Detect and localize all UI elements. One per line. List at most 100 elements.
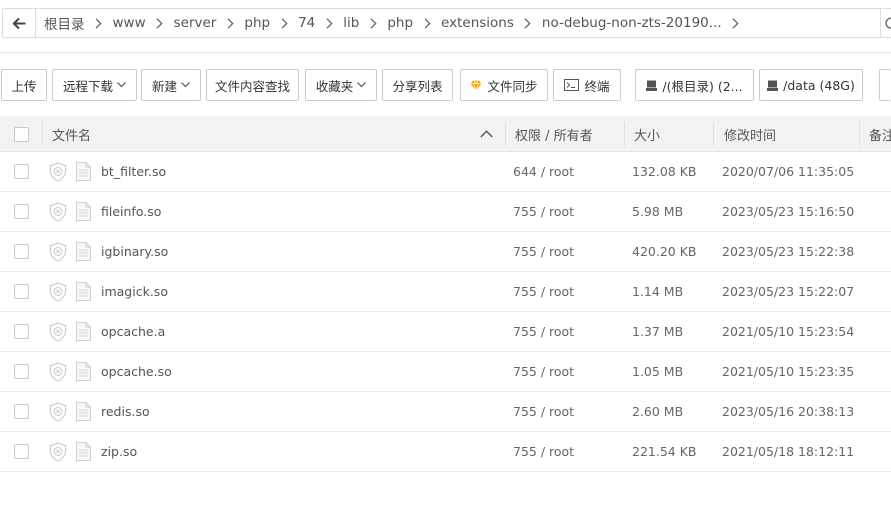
upload-button[interactable]: 上传 xyxy=(1,69,47,101)
select-all-checkbox-cell[interactable] xyxy=(14,116,29,152)
row-checkbox[interactable] xyxy=(14,324,29,339)
file-icon xyxy=(76,152,91,191)
breadcrumb-item[interactable]: php xyxy=(387,15,441,31)
favorites-button[interactable]: 收藏夹 xyxy=(305,69,377,101)
arrow-left-icon xyxy=(12,17,25,29)
path-bar: 根目录 www server php 74 lib php extensions no-debu… xyxy=(2,8,882,38)
shield-icon[interactable] xyxy=(49,152,67,191)
sort-ascending-icon[interactable] xyxy=(480,116,493,152)
row-checkbox[interactable] xyxy=(14,404,29,419)
file-name[interactable]: bt_filter.so xyxy=(101,152,166,191)
column-header-remark[interactable]: 备注 xyxy=(869,116,891,152)
search-content-label: 文件内容查找 xyxy=(214,78,290,94)
share-list-button[interactable]: 分享列表 xyxy=(382,69,453,101)
row-checkbox-cell[interactable] xyxy=(14,192,29,231)
file-permission[interactable]: 755 / root xyxy=(513,392,574,431)
row-checkbox-cell[interactable] xyxy=(14,152,29,191)
file-name[interactable]: imagick.so xyxy=(101,272,168,311)
table-row[interactable]: opcache.so 755 / root 1.05 MB 2021/05/10 15… xyxy=(0,352,891,392)
file-permission[interactable]: 755 / root xyxy=(513,232,574,271)
file-permission[interactable]: 755 / root xyxy=(513,272,574,311)
table-row[interactable]: redis.so 755 / root 2.60 MB 2023/05/16 20:3… xyxy=(0,392,891,432)
breadcrumb-item[interactable]: lib xyxy=(343,15,387,31)
shield-icon[interactable] xyxy=(49,192,67,231)
remote-download-button[interactable]: 远程下载 xyxy=(52,69,137,101)
more-toolbar-button[interactable] xyxy=(879,69,891,101)
disk-root-label: /(根目录) (2... xyxy=(662,78,743,94)
disk-data-button[interactable]: /data (48G) xyxy=(759,69,863,101)
shield-icon[interactable] xyxy=(49,352,67,391)
row-checkbox-cell[interactable] xyxy=(14,272,29,311)
table-row[interactable]: imagick.so 755 / root 1.14 MB 2023/05/23 15… xyxy=(0,272,891,312)
terminal-button[interactable]: 终端 xyxy=(553,69,621,101)
refresh-icon xyxy=(885,17,891,29)
chevron-right-icon xyxy=(146,17,174,29)
column-header-name-label: 文件名 xyxy=(52,128,92,144)
row-checkbox-cell[interactable] xyxy=(14,232,29,271)
back-button[interactable] xyxy=(3,9,36,37)
breadcrumb-item-label: server xyxy=(173,15,217,31)
file-name[interactable]: opcache.a xyxy=(101,312,165,351)
shield-icon[interactable] xyxy=(49,392,67,431)
row-checkbox[interactable] xyxy=(14,364,29,379)
breadcrumb-item-label: php xyxy=(387,15,414,31)
table-row[interactable]: igbinary.so 755 / root 420.20 KB 2023/05/23… xyxy=(0,232,891,272)
row-checkbox[interactable] xyxy=(14,284,29,299)
column-header-mtime[interactable]: 修改时间 xyxy=(724,116,776,152)
breadcrumb-item-label: www xyxy=(112,15,146,31)
column-separator xyxy=(859,122,860,146)
column-header-size[interactable]: 大小 xyxy=(634,116,660,152)
column-header-permission[interactable]: 权限 / 所有者 xyxy=(515,116,593,152)
column-header-name[interactable]: 文件名 xyxy=(52,116,91,152)
file-permission[interactable]: 755 / root xyxy=(513,352,574,391)
file-permission[interactable]: 755 / root xyxy=(513,312,574,351)
file-name[interactable]: opcache.so xyxy=(101,352,172,391)
table-row[interactable]: opcache.a 755 / root 1.37 MB 2021/05/10 15:… xyxy=(0,312,891,352)
file-name[interactable]: igbinary.so xyxy=(101,232,168,271)
disk-root-button[interactable]: /(根目录) (2... xyxy=(635,69,754,101)
file-name[interactable]: zip.so xyxy=(101,432,137,471)
breadcrumb-item[interactable]: 74 xyxy=(298,15,343,31)
breadcrumb-item[interactable]: no-debug-non-zts-20190... xyxy=(542,15,750,31)
file-permission[interactable]: 644 / root xyxy=(513,152,574,191)
row-checkbox[interactable] xyxy=(14,164,29,179)
breadcrumb-item[interactable]: extensions xyxy=(441,15,542,31)
select-all-checkbox[interactable] xyxy=(14,126,29,142)
refresh-button[interactable] xyxy=(880,8,891,38)
shield-icon[interactable] xyxy=(49,232,67,271)
row-checkbox[interactable] xyxy=(14,244,29,259)
row-checkbox[interactable] xyxy=(14,444,29,459)
row-checkbox-cell[interactable] xyxy=(14,312,29,351)
shield-icon[interactable] xyxy=(49,272,67,311)
new-button[interactable]: 新建 xyxy=(141,69,201,101)
row-checkbox-cell[interactable] xyxy=(14,432,29,471)
shield-icon[interactable] xyxy=(49,432,67,471)
table-row[interactable]: bt_filter.so 644 / root 132.08 KB 2020/07/0… xyxy=(0,152,891,192)
table-row[interactable]: fileinfo.so 755 / root 5.98 MB 2023/05/23 1… xyxy=(0,192,891,232)
search-content-button[interactable]: 文件内容查找 xyxy=(206,69,299,101)
file-icon xyxy=(76,432,91,471)
breadcrumb-item[interactable]: php xyxy=(244,15,298,31)
table-row[interactable]: zip.so 755 / root 221.54 KB 2021/05/18 18:1… xyxy=(0,432,891,472)
file-permission[interactable]: 755 / root xyxy=(513,432,574,471)
file-size: 420.20 KB xyxy=(632,244,697,259)
file-icon xyxy=(76,312,91,351)
file-mtime: 2021/05/10 15:23:35 xyxy=(722,364,855,379)
file-sync-button[interactable]: 文件同步 xyxy=(460,69,548,101)
file-icon xyxy=(76,272,91,311)
breadcrumb-item[interactable]: 根目录 xyxy=(44,13,113,33)
breadcrumb-item[interactable]: server xyxy=(174,15,245,31)
breadcrumb-item[interactable]: www xyxy=(113,15,174,31)
shield-icon[interactable] xyxy=(49,312,67,351)
row-checkbox-cell[interactable] xyxy=(14,392,29,431)
file-permission[interactable]: 755 / root xyxy=(513,192,574,231)
row-checkbox-cell[interactable] xyxy=(14,352,29,391)
file-name[interactable]: fileinfo.so xyxy=(101,192,161,231)
disk-icon xyxy=(646,80,658,91)
chevron-down-icon xyxy=(117,82,126,88)
share-list-label: 分享列表 xyxy=(392,78,443,94)
file-mtime: 2021/05/18 18:12:11 xyxy=(722,444,855,459)
row-checkbox[interactable] xyxy=(14,204,29,219)
file-name[interactable]: redis.so xyxy=(101,392,150,431)
upload-label: 上传 xyxy=(11,78,37,94)
